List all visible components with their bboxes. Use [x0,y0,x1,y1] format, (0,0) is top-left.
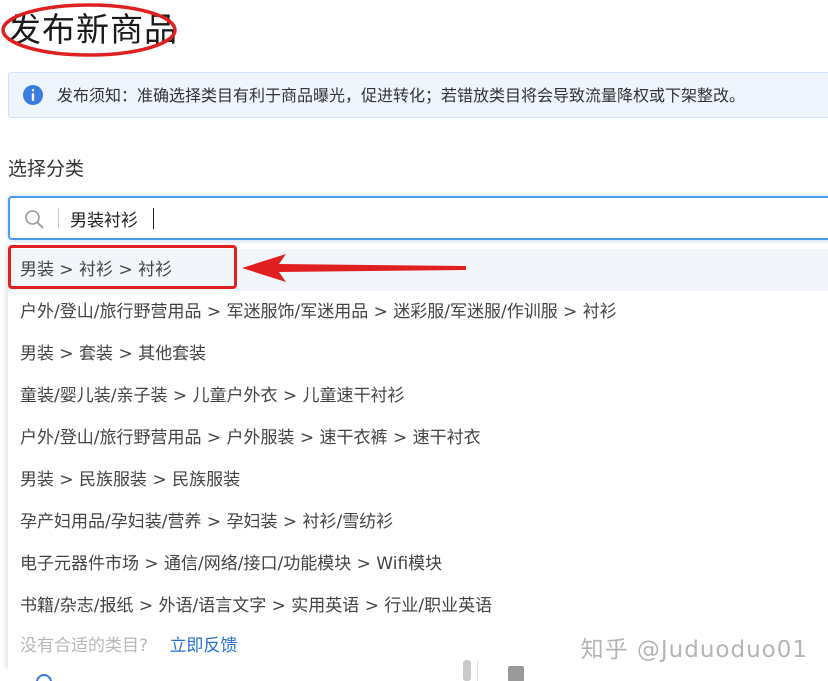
feedback-link[interactable]: 立即反馈 [169,636,237,656]
category-search-input[interactable] [70,204,770,232]
category-result-item[interactable]: 男装 > 套装 > 其他套装 [8,333,828,375]
category-result-item[interactable]: 户外/登山/旅行野营用品 > 户外服装 > 速干衣裤 > 速干衬衣 [8,417,828,459]
category-result-item[interactable]: 童装/婴儿装/亲子装 > 儿童户外衣 > 儿童速干衬衫 [8,375,828,417]
search-icon [25,210,44,229]
category-result-item[interactable]: 男装 > 民族服装 > 民族服装 [8,459,828,501]
background-divider [477,660,478,681]
dropdown-footer: 没有合适的类目? 立即反馈 [20,631,237,661]
background-strip [0,669,828,681]
category-result-item[interactable]: 电子元器件市场 > 通信/网络/接口/功能模块 > Wifi模块 [8,543,828,585]
no-category-hint: 没有合适的类目? [20,636,149,656]
category-search-box[interactable] [8,196,828,240]
watermark: 知乎 @Juduoduo01 [580,637,808,663]
info-icon [23,85,43,105]
category-label: 选择分类 [8,158,85,180]
category-result-item[interactable]: 书籍/杂志/报纸 > 外语/语言文字 > 实用英语 > 行业/职业英语 [8,585,828,627]
notice-banner: 发布须知：准确选择类目有利于商品曝光，促进转化；若错放类目将会导致流量降权或下架… [8,72,828,118]
background-checkbox[interactable] [508,666,524,681]
page: 发布新商品 发布须知：准确选择类目有利于商品曝光，促进转化；若错放类目将会导致流… [0,0,828,681]
category-result-item[interactable]: 男装 > 衬衫 > 衬衫 [8,249,828,291]
scrollbar-thumb[interactable] [463,660,471,681]
notice-text: 发布须知：准确选择类目有利于商品曝光，促进转化；若错放类目将会导致流量降权或下架… [57,86,746,105]
category-result-item[interactable]: 孕产妇用品/孕妇装/营养 > 孕妇装 > 衬衫/雪纺衫 [8,501,828,543]
text-caret [153,208,154,229]
search-divider [58,208,59,228]
category-result-item[interactable]: 户外/登山/旅行野营用品 > 军迷服饰/军迷用品 > 迷彩服/军迷服/作训服 >… [8,291,828,333]
category-result-list: 男装 > 衬衫 > 衬衫 户外/登山/旅行野营用品 > 军迷服饰/军迷用品 > … [8,249,828,627]
category-dropdown: 男装 > 衬衫 > 衬衫 户外/登山/旅行野营用品 > 军迷服饰/军迷用品 > … [8,243,828,669]
annotation-circle [1,3,177,57]
